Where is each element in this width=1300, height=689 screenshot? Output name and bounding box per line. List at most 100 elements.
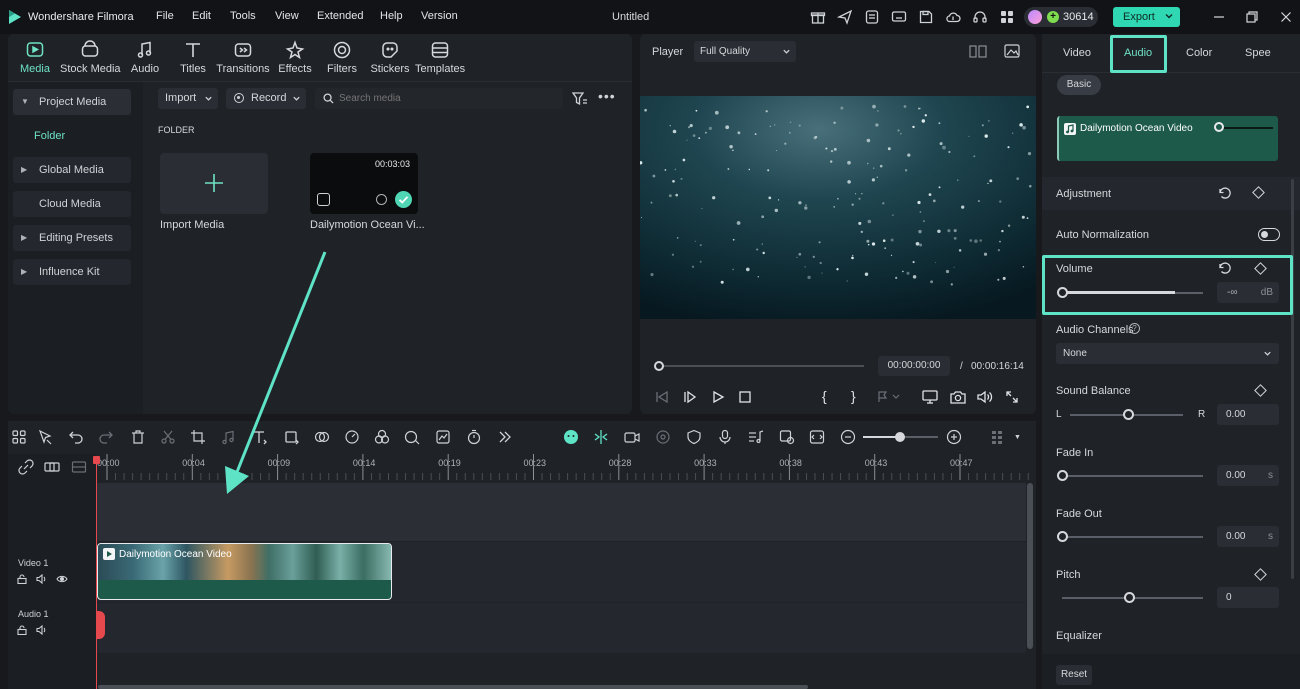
import-dropdown[interactable]: Import — [158, 88, 218, 109]
play-reverse-icon[interactable] — [683, 390, 697, 404]
sound-balance-knob[interactable] — [1123, 409, 1134, 420]
auto-normalization-toggle[interactable] — [1258, 228, 1280, 241]
eye-icon[interactable] — [56, 574, 68, 584]
sidebar-item-global-media[interactable]: ▶ Global Media — [13, 157, 131, 183]
info-icon[interactable]: ? — [1129, 323, 1140, 334]
playhead-line[interactable] — [96, 456, 97, 689]
document-icon[interactable] — [864, 9, 880, 25]
timeline-vertical-scrollbar[interactable] — [1027, 483, 1033, 649]
tab-effects[interactable]: Effects — [276, 40, 314, 75]
mark-out-icon[interactable]: } — [851, 388, 856, 404]
more-options-icon[interactable]: ••• — [598, 89, 616, 103]
export-button[interactable]: Export — [1113, 7, 1180, 27]
close-icon[interactable] — [1278, 9, 1294, 25]
compare-view-icon[interactable] — [969, 45, 987, 58]
menu-view[interactable]: View — [275, 10, 299, 22]
tab-transitions[interactable]: Transitions — [216, 40, 270, 75]
tab-templates[interactable]: Templates — [415, 40, 465, 75]
tab-video[interactable]: Video — [1063, 47, 1091, 59]
pitch-value-box[interactable]: 0 — [1217, 587, 1279, 608]
search-input[interactable] — [339, 91, 554, 106]
timeline-horizontal-scrollbar[interactable] — [98, 685, 808, 689]
grid-apps-icon[interactable] — [999, 9, 1015, 25]
cloud-upload-icon[interactable] — [945, 9, 961, 25]
fade-out-track[interactable] — [1062, 536, 1203, 538]
headset-icon[interactable] — [972, 9, 988, 25]
lock-icon[interactable] — [17, 574, 27, 584]
lock-icon[interactable] — [17, 625, 27, 635]
record-dropdown[interactable]: Record — [226, 88, 306, 109]
search-box[interactable] — [315, 88, 563, 109]
tab-titles[interactable]: Titles — [176, 40, 210, 75]
play-icon[interactable] — [711, 390, 725, 404]
sound-balance-keyframe-icon[interactable] — [1254, 384, 1267, 397]
gift-icon[interactable] — [810, 9, 826, 25]
sidebar-item-influence-kit[interactable]: ▶ Influence Kit — [13, 259, 131, 285]
minimize-icon[interactable] — [1211, 9, 1227, 25]
fade-in-knob[interactable] — [1057, 470, 1068, 481]
tab-audio[interactable]: Audio — [128, 40, 162, 75]
filter-sort-icon[interactable] — [572, 92, 588, 106]
menu-extended[interactable]: Extended — [317, 10, 363, 22]
tab-speed[interactable]: Spee — [1245, 47, 1271, 59]
fullscreen-icon[interactable] — [1005, 390, 1019, 404]
menu-version[interactable]: Version — [421, 10, 458, 22]
sidebar-item-folder[interactable]: Folder — [34, 130, 65, 142]
tab-media[interactable]: Media — [18, 40, 52, 75]
pitch-knob[interactable] — [1124, 592, 1135, 603]
audio-clip-card: Dailymotion Ocean Video — [1057, 116, 1278, 161]
tab-stock-media[interactable]: Stock Media — [60, 40, 121, 75]
display-icon[interactable] — [922, 390, 938, 404]
menu-help[interactable]: Help — [380, 10, 403, 22]
sound-balance-value-box[interactable]: 0.00 — [1217, 404, 1279, 425]
video-clip[interactable]: Dailymotion Ocean Video — [97, 543, 392, 600]
speaker-icon[interactable] — [36, 574, 48, 584]
sidebar-item-project-media[interactable]: ▼ Project Media — [13, 89, 131, 115]
tab-filters[interactable]: Filters — [325, 40, 359, 75]
panel-scrollbar[interactable] — [1291, 179, 1294, 579]
fade-in-track[interactable] — [1062, 475, 1203, 477]
credits-badge[interactable]: + 30614 — [1024, 7, 1098, 27]
clip-volume-knob[interactable] — [1214, 122, 1224, 132]
sidebar-item-cloud-media[interactable]: Cloud Media — [13, 191, 131, 217]
pitch-keyframe-icon[interactable] — [1254, 568, 1267, 581]
tab-stickers[interactable]: Stickers — [370, 40, 410, 75]
quality-dropdown[interactable]: Full Quality — [694, 41, 796, 62]
playhead-handle[interactable] — [93, 456, 100, 464]
media-icon — [25, 40, 45, 60]
marker-icon[interactable] — [877, 390, 901, 404]
save-icon[interactable] — [918, 9, 934, 25]
speaker-icon[interactable] — [36, 625, 48, 635]
menu-tools[interactable]: Tools — [230, 10, 256, 22]
reset-icon[interactable] — [1217, 186, 1231, 200]
monitor-icon[interactable] — [891, 9, 907, 25]
stop-icon[interactable] — [738, 390, 752, 404]
video-track-label: Video 1 — [18, 558, 49, 568]
import-media-card[interactable] — [160, 153, 268, 214]
media-clip-thumbnail[interactable]: 00:03:03 — [310, 153, 418, 214]
audio-clip-stub[interactable] — [96, 611, 105, 639]
send-icon[interactable] — [837, 9, 853, 25]
fade-in-value-box[interactable]: 0.00 s — [1217, 465, 1279, 486]
sidebar-item-editing-presets[interactable]: ▶ Editing Presets — [13, 225, 131, 251]
sub-tab-basic[interactable]: Basic — [1057, 75, 1101, 95]
camera-icon[interactable] — [950, 390, 966, 404]
reset-button[interactable]: Reset — [1056, 665, 1092, 685]
restore-icon[interactable] — [1244, 9, 1260, 25]
tab-color[interactable]: Color — [1186, 47, 1212, 59]
snapshot-image-icon[interactable] — [1004, 44, 1020, 58]
templates-icon — [430, 40, 450, 60]
fade-out-value-box[interactable]: 0.00 s — [1217, 526, 1279, 547]
record-icon — [234, 93, 244, 103]
audio-channels-dropdown[interactable]: None — [1056, 343, 1279, 364]
previous-frame-icon[interactable] — [655, 390, 669, 404]
menu-edit[interactable]: Edit — [192, 10, 211, 22]
mark-in-icon[interactable]: { — [822, 388, 827, 404]
progress-knob[interactable] — [654, 361, 664, 371]
tab-audio-label: Audio — [130, 63, 160, 75]
volume-icon[interactable] — [977, 390, 993, 404]
clip-volume-track[interactable] — [1221, 127, 1273, 129]
menu-file[interactable]: File — [156, 10, 174, 22]
progress-track[interactable] — [659, 365, 864, 367]
fade-out-knob[interactable] — [1057, 531, 1068, 542]
